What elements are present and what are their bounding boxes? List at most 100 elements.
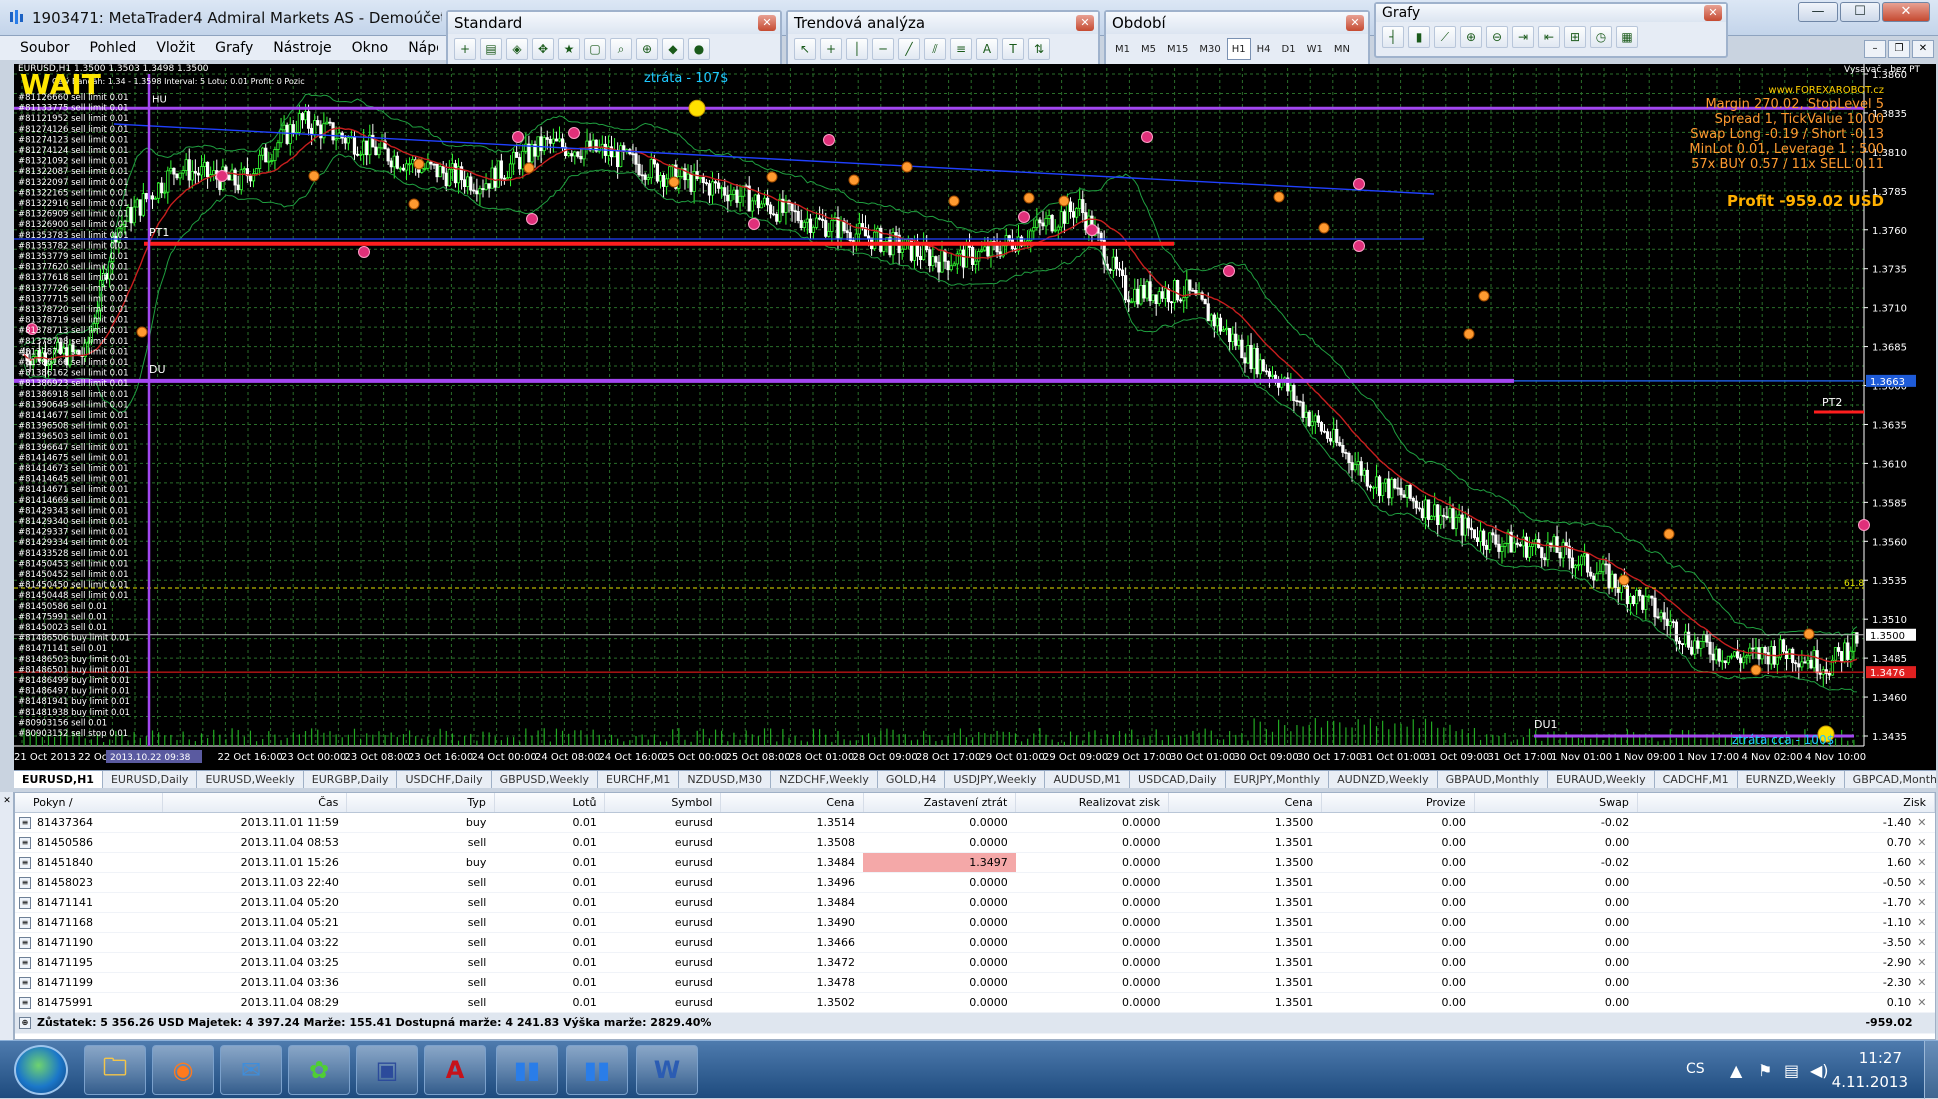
word-icon[interactable]: W: [636, 1045, 698, 1095]
mdi-restore-button[interactable]: ❐: [1888, 40, 1910, 58]
price-chart[interactable]: 1.3860 1.3835 1.3810 1.3785 1.3760 1.3735 1.37…: [14, 64, 1936, 770]
table-row[interactable]: ≡ 81475991 2013.11.04 08:29 sell 0.01 eurusd 1…: [15, 992, 1935, 1013]
start-button[interactable]: [14, 1045, 68, 1095]
toolbar-close-icon[interactable]: ✕: [1076, 15, 1094, 31]
maximize-button[interactable]: ☐: [1840, 2, 1880, 22]
column-header[interactable]: Cena: [1168, 793, 1322, 813]
menu-soubor[interactable]: Soubor: [10, 40, 80, 56]
templates-icon[interactable]: ▦: [1616, 26, 1638, 48]
chart-shift-icon[interactable]: ⇤: [1538, 26, 1560, 48]
menu-grafy[interactable]: Grafy: [205, 40, 263, 56]
period-m1-button[interactable]: M1: [1110, 38, 1135, 60]
language-indicator[interactable]: CS: [1686, 1061, 1705, 1077]
table-row[interactable]: ≡ 81458023 2013.11.03 22:40 sell 0.01 eurusd 1…: [15, 872, 1935, 893]
period-h4-button[interactable]: H4: [1252, 38, 1276, 60]
chart-tab[interactable]: CADCHF,M1: [1655, 771, 1738, 788]
fibonacci-icon[interactable]: ≡: [950, 38, 972, 60]
chart-tab[interactable]: USDCAD,Daily: [1130, 771, 1226, 788]
column-header[interactable]: Realizovat zisk: [1015, 793, 1170, 813]
chart-tab[interactable]: EURJPY,Monthly: [1226, 771, 1330, 788]
close-order-icon[interactable]: ✕: [1911, 816, 1926, 829]
minimize-button[interactable]: —: [1798, 2, 1838, 22]
column-header[interactable]: Čas: [162, 793, 348, 813]
table-row[interactable]: ≡ 81471195 2013.11.04 03:25 sell 0.01 eurusd 1…: [15, 952, 1935, 973]
chart-tab[interactable]: NZDCHF,Weekly: [771, 771, 878, 788]
terminal-close-icon[interactable]: ✕: [2, 796, 12, 806]
candle-chart-icon[interactable]: ▮: [1408, 26, 1430, 48]
column-header[interactable]: Lotů: [494, 793, 606, 813]
close-order-icon[interactable]: ✕: [1911, 856, 1926, 869]
network-icon[interactable]: ▤: [1784, 1061, 1799, 1080]
firefox-icon[interactable]: ◉: [152, 1045, 214, 1095]
chart-tab[interactable]: EURAUD,Weekly: [1548, 771, 1655, 788]
chart-tab[interactable]: USDCHF,Daily: [397, 771, 492, 788]
toolbar-close-icon[interactable]: ✕: [758, 15, 776, 31]
table-row[interactable]: ≡ 81471141 2013.11.04 05:20 sell 0.01 eurusd 1…: [15, 892, 1935, 913]
column-header[interactable]: Pokyn /: [15, 793, 163, 813]
cursor-icon[interactable]: ↖: [794, 38, 816, 60]
metatrader-icon[interactable]: ▮▮: [496, 1045, 558, 1095]
thunderbird-icon[interactable]: ✉: [220, 1045, 282, 1095]
chart-tab[interactable]: EURUSD,Daily: [103, 771, 198, 788]
close-order-icon[interactable]: ✕: [1911, 996, 1926, 1009]
arrows-icon[interactable]: ⇅: [1028, 38, 1050, 60]
close-order-icon[interactable]: ✕: [1911, 956, 1926, 969]
explorer-icon[interactable]: 🗀: [84, 1045, 146, 1095]
line-chart-icon[interactable]: ⟋: [1434, 26, 1456, 48]
menu-napoveda[interactable]: Nápověda: [398, 40, 438, 56]
bar-chart-icon[interactable]: ┤: [1382, 26, 1404, 48]
clock-time[interactable]: 11:27: [1859, 1049, 1902, 1067]
navigator-icon[interactable]: ✥: [532, 38, 554, 60]
chart-tab[interactable]: USDJPY,Weekly: [945, 771, 1046, 788]
indicators-icon[interactable]: ⊞: [1564, 26, 1586, 48]
toolbar-close-icon[interactable]: ✕: [1704, 5, 1722, 21]
chart-tab[interactable]: AUDNZD,Weekly: [1329, 771, 1438, 788]
action-center-icon[interactable]: ⚑: [1758, 1061, 1772, 1080]
zoom-in-icon[interactable]: ⊕: [1460, 26, 1482, 48]
close-order-icon[interactable]: ✕: [1911, 936, 1926, 949]
text-icon[interactable]: A: [976, 38, 998, 60]
trendline-icon[interactable]: ╱: [898, 38, 920, 60]
icq-icon[interactable]: ✿: [288, 1045, 350, 1095]
acrobat-icon[interactable]: A: [424, 1045, 486, 1095]
toolbar-close-icon[interactable]: ✕: [1346, 15, 1364, 31]
period-m30-button[interactable]: M30: [1194, 38, 1225, 60]
volume-icon[interactable]: ◀): [1810, 1061, 1829, 1080]
table-row[interactable]: ≡ 81451840 2013.11.01 15:26 buy 0.01 eurusd 1.…: [15, 852, 1935, 873]
column-header[interactable]: Zastavení ztrát: [863, 793, 1017, 813]
tester-icon[interactable]: ⌕: [610, 38, 632, 60]
crosshair-icon[interactable]: +: [820, 38, 842, 60]
column-header[interactable]: Swap: [1474, 793, 1638, 813]
terminal-icon[interactable]: ▢: [584, 38, 606, 60]
column-header[interactable]: Symbol: [604, 793, 722, 813]
metatrader-icon[interactable]: ▮▮: [566, 1045, 628, 1095]
period-d1-button[interactable]: D1: [1277, 38, 1301, 60]
table-row[interactable]: ≡ 81437364 2013.11.01 11:59 buy 0.01 eurusd 1.…: [15, 812, 1935, 833]
show-desktop-button[interactable]: [1924, 1041, 1938, 1099]
chart-tab[interactable]: GOLD,H4: [878, 771, 946, 788]
period-m15-button[interactable]: M15: [1162, 38, 1193, 60]
save-icon[interactable]: ▣: [356, 1045, 418, 1095]
new-order-icon[interactable]: ⊕: [636, 38, 658, 60]
new-chart-icon[interactable]: +: [454, 38, 476, 60]
market-watch-icon[interactable]: ◈: [506, 38, 528, 60]
menu-nastroje[interactable]: Nástroje: [263, 40, 341, 56]
favorites-icon[interactable]: ★: [558, 38, 580, 60]
column-header[interactable]: Cena: [720, 793, 864, 813]
chart-tab[interactable]: NZDUSD,M30: [679, 771, 772, 788]
menu-vlozit[interactable]: Vložit: [146, 40, 205, 56]
column-header[interactable]: Typ: [346, 793, 495, 813]
label-icon[interactable]: T: [1002, 38, 1024, 60]
periods-icon[interactable]: ◷: [1590, 26, 1612, 48]
chart-tab[interactable]: EURUSD,H1: [14, 771, 103, 788]
chart-tab[interactable]: EURNZD,Weekly: [1738, 771, 1845, 788]
period-mn-button[interactable]: MN: [1329, 38, 1355, 60]
chart-tab[interactable]: EURGBP,Daily: [304, 771, 398, 788]
autotrading-icon[interactable]: ●: [688, 38, 710, 60]
close-order-icon[interactable]: ✕: [1911, 896, 1926, 909]
auto-scroll-icon[interactable]: ⇥: [1512, 26, 1534, 48]
close-order-icon[interactable]: ✕: [1911, 836, 1926, 849]
period-m5-button[interactable]: M5: [1136, 38, 1161, 60]
table-row[interactable]: ≡ 81450586 2013.11.04 08:53 sell 0.01 eurusd 1…: [15, 832, 1935, 853]
mdi-minimize-button[interactable]: –: [1864, 40, 1886, 58]
